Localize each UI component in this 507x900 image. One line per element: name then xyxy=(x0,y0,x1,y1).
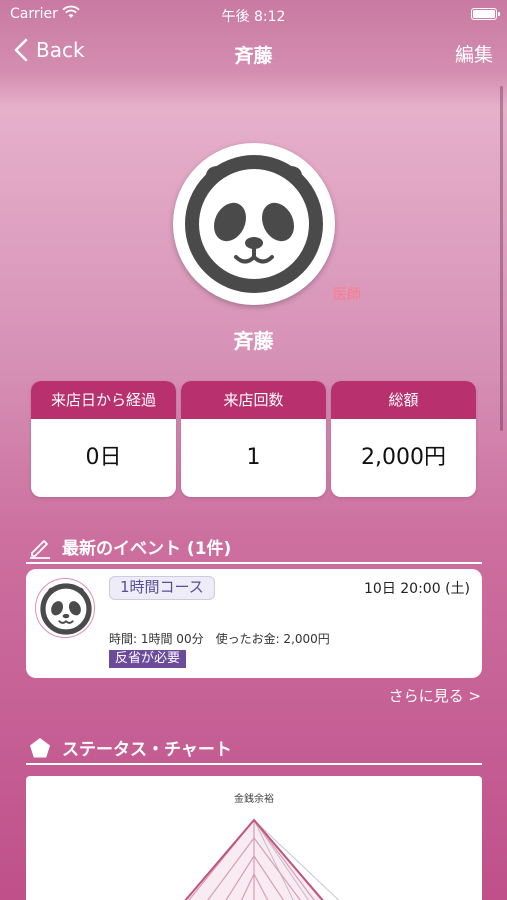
panda-icon xyxy=(40,583,92,635)
user-name: 斉藤 xyxy=(233,329,274,353)
stat-value: 0日 xyxy=(85,445,122,470)
status-bar: Carrier 午後 8:12 xyxy=(0,0,507,28)
clock: 午後 8:12 xyxy=(221,9,286,25)
panda-icon xyxy=(185,155,323,293)
stat-label: 総額 xyxy=(331,381,476,419)
battery-icon xyxy=(471,8,500,20)
status-chart: 金銭余裕 xyxy=(26,776,482,900)
edit-button[interactable]: 編集 xyxy=(455,40,493,67)
stat-card-visit-count: 来店回数 1 xyxy=(181,381,326,497)
page-title: 斉藤 xyxy=(234,45,273,67)
event-card[interactable]: 1時間コース 10日 20:00 (土) 時間: 1時間 00分 使ったお金: … xyxy=(26,569,482,678)
event-meta: 時間: 1時間 00分 使ったお金: 2,000円 xyxy=(109,632,330,646)
avatar[interactable] xyxy=(173,143,335,305)
scroll-indicator xyxy=(500,86,503,431)
stat-value: 2,000円 xyxy=(361,445,446,470)
course-badge: 1時間コース xyxy=(109,576,215,600)
event-avatar xyxy=(35,578,95,638)
stat-card-days-since-visit: 来店日から経過 0日 xyxy=(31,381,176,497)
chart-section-title: ステータス・チャート xyxy=(28,735,232,760)
role-label: 医師 xyxy=(333,287,361,303)
pentagon-icon xyxy=(30,737,50,757)
stat-card-total-amount: 総額 2,000円 xyxy=(331,381,476,497)
events-section-label: 最新のイベント (1件) xyxy=(62,539,232,559)
pencil-icon xyxy=(30,539,50,559)
navigation-bar: Back 斉藤 編集 xyxy=(0,28,507,80)
stat-value: 1 xyxy=(246,445,261,470)
section-divider xyxy=(26,763,482,765)
events-section-title: 最新のイベント (1件) xyxy=(28,534,231,559)
section-divider xyxy=(26,562,482,564)
radar-chart xyxy=(184,818,340,900)
event-date: 10日 20:00 (土) xyxy=(364,581,470,597)
see-more-link[interactable]: さらに見る > xyxy=(389,685,481,706)
reflection-badge: 反省が必要 xyxy=(109,650,187,668)
stat-label: 来店日から経過 xyxy=(31,381,176,419)
stat-label: 来店回数 xyxy=(181,381,326,419)
chart-section-label: ステータス・チャート xyxy=(62,740,232,760)
